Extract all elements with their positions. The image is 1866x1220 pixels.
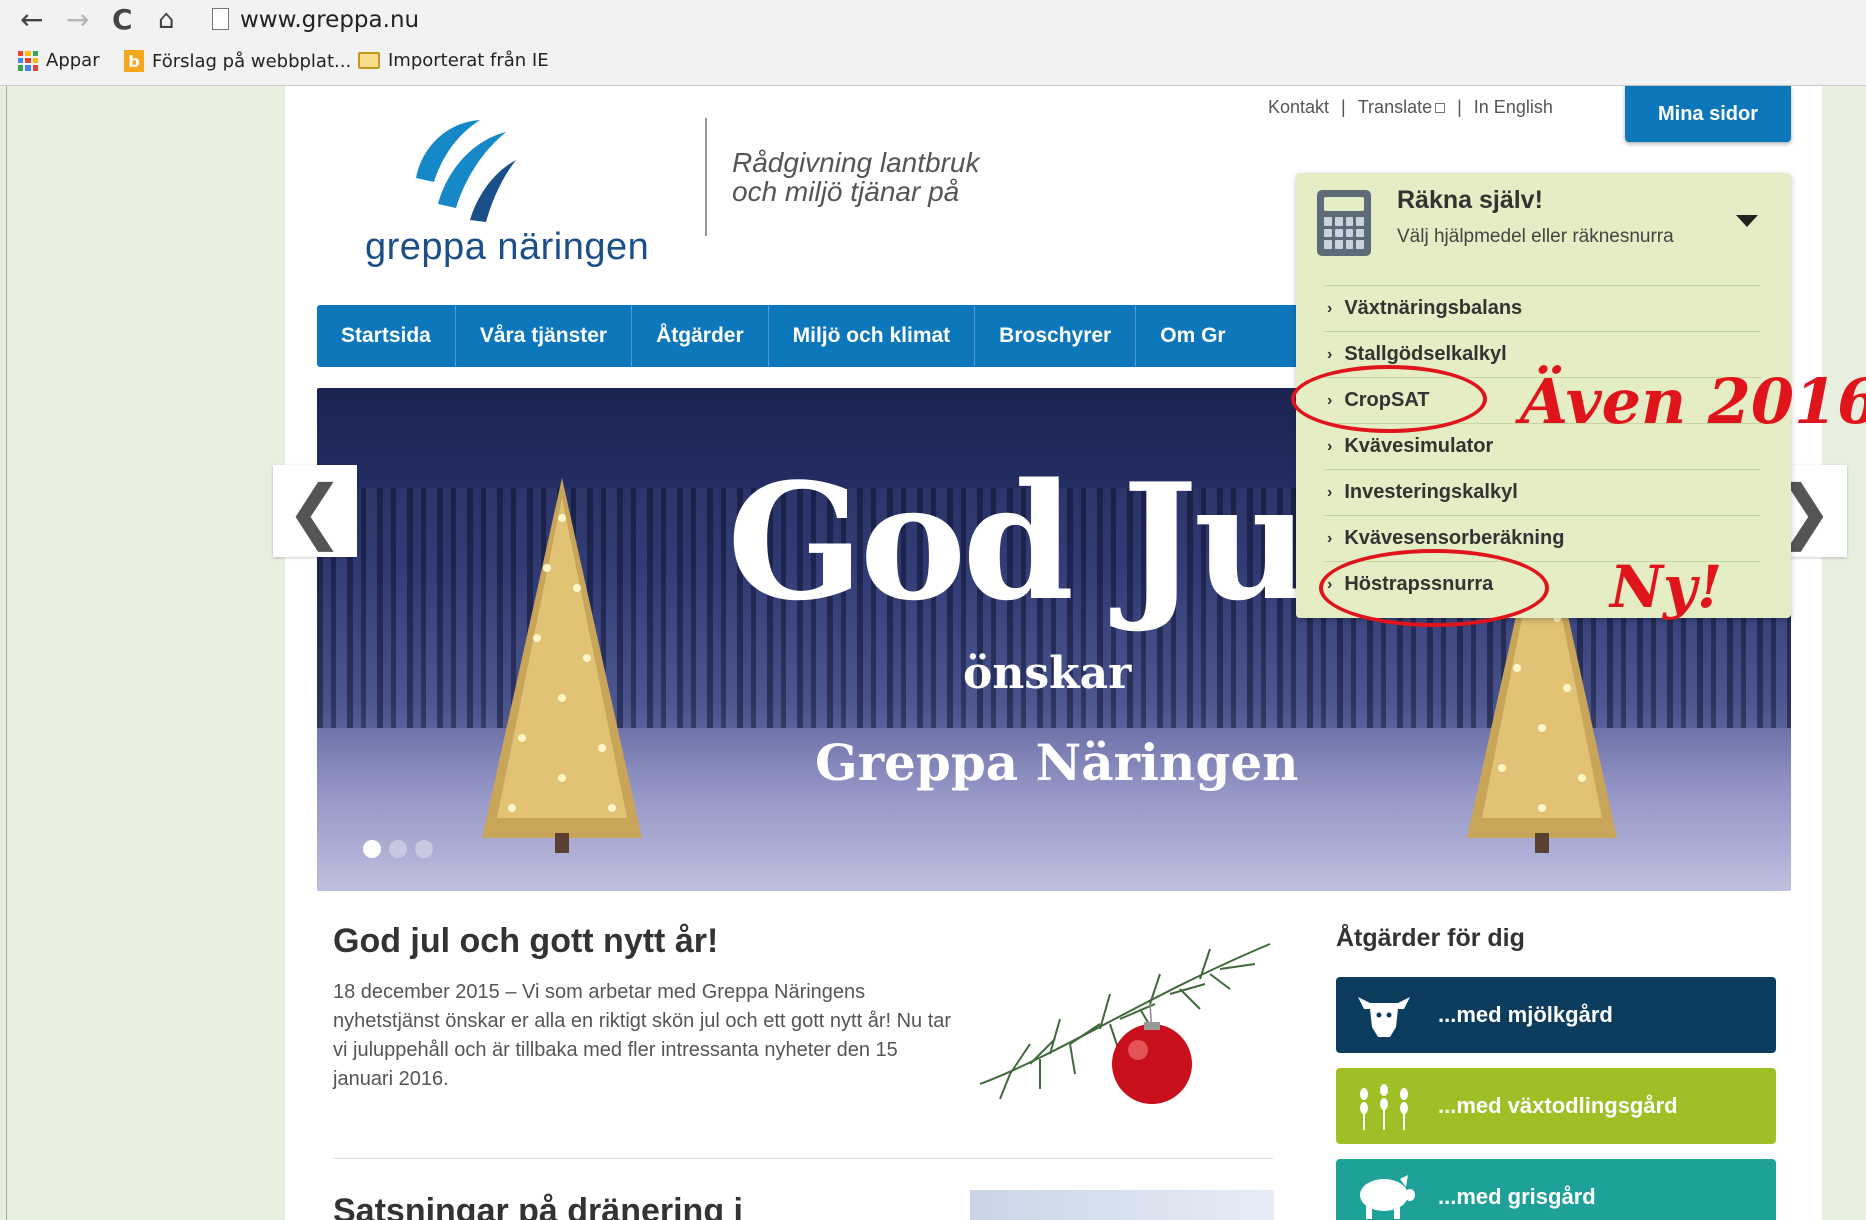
header-divider	[705, 118, 707, 236]
calculator-title[interactable]: Räkna själv!	[1397, 186, 1543, 215]
news-divider	[333, 1158, 1273, 1159]
bing-icon: b	[124, 50, 144, 72]
home-icon[interactable]: ⌂	[158, 4, 175, 36]
carousel-dots	[363, 840, 433, 858]
annotation-note-cropsat: Även 2016!	[1520, 365, 1866, 438]
back-arrow-icon[interactable]: ←	[20, 4, 43, 36]
page-icon	[212, 8, 229, 30]
calculator-subtitle: Välj hjälpmedel eller räknesnurra	[1397, 226, 1674, 247]
nav-broschyrer[interactable]: Broschyrer	[975, 305, 1137, 367]
tagline: Rådgivning lantbruk och miljö tjänar på	[732, 148, 980, 206]
christmas-tree-left-icon	[482, 478, 642, 853]
news-title-2[interactable]: Satsningar på dränering i	[333, 1192, 743, 1220]
nav-vara-tjanster[interactable]: Våra tjänster	[456, 305, 633, 367]
calc-item-label: Växtnäringsbalans	[1344, 297, 1523, 319]
calc-item-label: Stallgödselkalkyl	[1344, 343, 1507, 365]
carousel-dot[interactable]	[363, 840, 381, 858]
nav-atgarder[interactable]: Åtgärder	[632, 305, 769, 367]
apps-grid-icon	[18, 50, 38, 71]
news-body: 18 december 2015 – Vi som arbetar med Gr…	[333, 981, 952, 1090]
pig-icon	[1360, 1175, 1415, 1219]
dairy-farm-button[interactable]: ...med mjölkgård	[1336, 977, 1776, 1053]
carousel-dot[interactable]	[415, 840, 433, 858]
annotation-circle-cropsat	[1291, 365, 1487, 433]
chevron-right-icon: ›	[1327, 529, 1333, 547]
chevron-right-icon: ›	[1327, 299, 1333, 317]
browser-toolbar: ← → C ⌂ www.greppa.nu	[0, 0, 1866, 40]
hero-subtitle: önskar	[963, 648, 1132, 699]
pig-farm-button[interactable]: ...med grisgård	[1336, 1159, 1776, 1220]
link-kontakt[interactable]: Kontakt	[1268, 97, 1329, 118]
carousel-prev-button[interactable]: ❮	[273, 465, 357, 557]
calculator-icon	[1317, 190, 1371, 256]
nav-startsida[interactable]: Startsida	[317, 305, 456, 367]
chevron-right-icon: ›	[1327, 437, 1333, 455]
sidebar-heading: Åtgärder för dig	[1336, 924, 1525, 952]
logo-text[interactable]: greppa näringen	[365, 226, 649, 269]
link-in-english[interactable]: In English	[1474, 97, 1553, 118]
chevron-right-icon: ›	[1327, 345, 1333, 363]
tagline-line: Rådgivning lantbruk	[732, 147, 980, 178]
greppa-logo-icon[interactable]	[408, 116, 518, 226]
bookmark-label: Förslag på webbplat...	[152, 50, 352, 72]
pig-farm-label: ...med grisgård	[1438, 1184, 1596, 1209]
crop-farm-button[interactable]: ...med växtodlingsgård	[1336, 1068, 1776, 1144]
mina-sidor-button[interactable]: Mina sidor	[1625, 86, 1791, 142]
carousel-dot[interactable]	[389, 840, 407, 858]
bookmark-suggested-sites[interactable]: b Förslag på webbplat...	[124, 50, 351, 72]
bookmark-apps[interactable]: Appar	[18, 50, 100, 71]
calc-item-label: Investeringskalkyl	[1344, 481, 1518, 503]
cow-icon	[1358, 997, 1410, 1037]
calc-item-vaxtnaringsbalans[interactable]: › Växtnäringsbalans	[1325, 285, 1761, 331]
top-links: Kontakt | Translate | In English	[1268, 97, 1553, 118]
calc-item-label: Kvävesimulator	[1344, 435, 1494, 457]
nav-miljo-och-klimat[interactable]: Miljö och klimat	[769, 305, 976, 367]
tagline-line: och miljö tjänar på	[732, 176, 960, 207]
nav-om-greppa[interactable]: Om Gr	[1136, 305, 1249, 367]
annotation-note-hostraps: Ny!	[1610, 553, 1723, 621]
bookmark-label: Appar	[46, 50, 100, 71]
page-margin	[1822, 86, 1866, 1220]
news-image-2	[970, 1190, 1274, 1220]
wheat-icon	[1360, 1084, 1408, 1130]
separator: |	[1457, 97, 1462, 117]
dairy-farm-label: ...med mjölkgård	[1438, 1002, 1613, 1027]
window-edge	[6, 86, 7, 1220]
external-link-icon	[1435, 103, 1446, 114]
news-title[interactable]: God jul och gott nytt år!	[333, 922, 718, 961]
separator: |	[1341, 97, 1346, 117]
reload-icon[interactable]: C	[112, 4, 133, 36]
link-translate-label: Translate	[1357, 97, 1433, 117]
pine-branch-ornament-image	[970, 924, 1274, 1114]
address-bar[interactable]: www.greppa.nu	[240, 4, 419, 36]
hero-brand: Greppa Näringen	[815, 733, 1299, 792]
annotation-circle-hostraps	[1319, 549, 1549, 627]
calc-item-label: Kvävesensorberäkning	[1344, 527, 1565, 549]
bookmark-label: Importerat från IE	[388, 50, 549, 71]
crop-farm-label: ...med växtodlingsgård	[1438, 1093, 1678, 1118]
link-translate[interactable]: Translate	[1357, 97, 1446, 118]
calc-item-investeringskalkyl[interactable]: › Investeringskalkyl	[1325, 469, 1761, 515]
bookmarks-bar: Appar b Förslag på webbplat... Importera…	[0, 40, 1866, 86]
chevron-right-icon: ›	[1327, 483, 1333, 501]
dropdown-caret-icon[interactable]	[1736, 215, 1758, 227]
hero-title: God Ju	[727, 448, 1310, 636]
forward-arrow-icon[interactable]: →	[66, 4, 89, 36]
bookmark-imported-ie[interactable]: Importerat från IE	[358, 50, 549, 71]
folder-icon	[358, 52, 380, 69]
